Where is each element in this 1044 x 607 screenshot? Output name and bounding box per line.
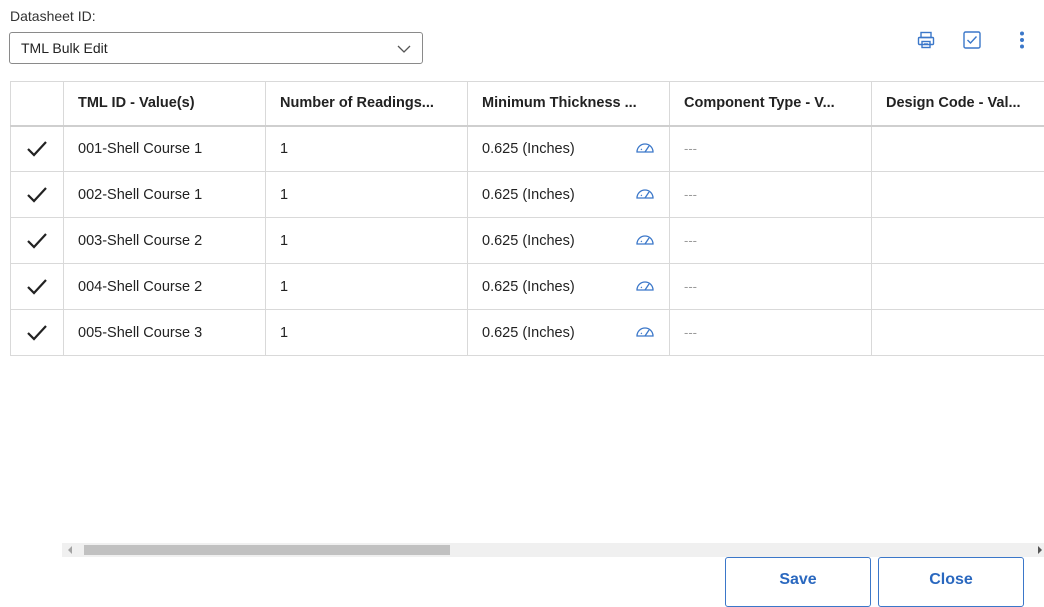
- component-type-value: ---: [684, 187, 697, 202]
- row-select-cell[interactable]: [11, 218, 64, 264]
- gauge-icon[interactable]: [635, 186, 655, 204]
- design-code-cell[interactable]: [872, 172, 1044, 218]
- row-select-cell[interactable]: [11, 310, 64, 356]
- tml-id-cell: 002-Shell Course 1: [64, 172, 266, 218]
- tml-id-cell: 001-Shell Course 1: [64, 126, 266, 172]
- readings-cell: 1: [266, 310, 468, 356]
- readings-cell: 1: [266, 172, 468, 218]
- gauge-icon[interactable]: [635, 278, 655, 296]
- design-code-cell[interactable]: [872, 218, 1044, 264]
- row-select-cell[interactable]: [11, 172, 64, 218]
- table-row[interactable]: 005-Shell Course 3 1 0.625 (Inches) ---: [11, 310, 1044, 356]
- column-header-design-code[interactable]: Design Code - Val...: [872, 82, 1044, 126]
- component-type-cell[interactable]: ---: [670, 218, 872, 264]
- component-type-value: ---: [684, 141, 697, 156]
- table-row[interactable]: 002-Shell Course 1 1 0.625 (Inches) ---: [11, 172, 1044, 218]
- tml-table: TML ID - Value(s) Number of Readings... …: [10, 81, 1044, 356]
- checkmark-icon: [26, 278, 48, 296]
- component-type-value: ---: [684, 279, 697, 294]
- vertical-ellipsis-icon[interactable]: [1010, 28, 1034, 52]
- tml-grid: TML ID - Value(s) Number of Readings... …: [10, 81, 1044, 359]
- min-thickness-cell: 0.625 (Inches): [468, 126, 670, 172]
- datasheet-id-label: Datasheet ID:: [10, 8, 96, 24]
- component-type-value: ---: [684, 233, 697, 248]
- scroll-left-icon[interactable]: [68, 546, 72, 554]
- min-thickness-value: 0.625 (Inches): [482, 233, 575, 249]
- datasheet-id-value: TML Bulk Edit: [21, 40, 108, 56]
- design-code-cell[interactable]: [872, 126, 1044, 172]
- scrollbar-thumb[interactable]: [84, 545, 450, 555]
- min-thickness-value: 0.625 (Inches): [482, 279, 575, 295]
- scroll-right-icon[interactable]: [1038, 546, 1042, 554]
- design-code-cell[interactable]: [872, 264, 1044, 310]
- gauge-icon[interactable]: [635, 324, 655, 342]
- column-header-component-type[interactable]: Component Type - V...: [670, 82, 872, 126]
- close-button[interactable]: Close: [878, 557, 1024, 607]
- column-header-minimum-thickness[interactable]: Minimum Thickness ...: [468, 82, 670, 126]
- gauge-icon[interactable]: [635, 140, 655, 158]
- table-row[interactable]: 001-Shell Course 1 1 0.625 (Inches) ---: [11, 126, 1044, 172]
- datasheet-id-select[interactable]: TML Bulk Edit: [9, 32, 423, 64]
- min-thickness-value: 0.625 (Inches): [482, 141, 575, 157]
- design-code-cell[interactable]: [872, 310, 1044, 356]
- readings-cell: 1: [266, 218, 468, 264]
- checkmark-icon: [26, 186, 48, 204]
- min-thickness-value: 0.625 (Inches): [482, 325, 575, 341]
- checkmark-icon: [26, 232, 48, 250]
- readings-cell: 1: [266, 126, 468, 172]
- component-type-cell[interactable]: ---: [670, 264, 872, 310]
- printer-icon[interactable]: [914, 28, 938, 52]
- min-thickness-value: 0.625 (Inches): [482, 187, 575, 203]
- column-header-select[interactable]: [11, 82, 64, 126]
- gauge-icon[interactable]: [635, 232, 655, 250]
- min-thickness-cell: 0.625 (Inches): [468, 310, 670, 356]
- readings-cell: 1: [266, 264, 468, 310]
- tml-id-cell: 004-Shell Course 2: [64, 264, 266, 310]
- min-thickness-cell: 0.625 (Inches): [468, 264, 670, 310]
- chevron-down-icon: [396, 42, 412, 58]
- min-thickness-cell: 0.625 (Inches): [468, 218, 670, 264]
- checkbox-icon[interactable]: [960, 28, 984, 52]
- toolbar: [914, 28, 1034, 52]
- table-header-row: TML ID - Value(s) Number of Readings... …: [11, 82, 1044, 126]
- column-header-tml-id[interactable]: TML ID - Value(s): [64, 82, 266, 126]
- component-type-cell[interactable]: ---: [670, 172, 872, 218]
- min-thickness-cell: 0.625 (Inches): [468, 172, 670, 218]
- component-type-cell[interactable]: ---: [670, 126, 872, 172]
- table-row[interactable]: 004-Shell Course 2 1 0.625 (Inches) ---: [11, 264, 1044, 310]
- component-type-cell[interactable]: ---: [670, 310, 872, 356]
- tml-id-cell: 005-Shell Course 3: [64, 310, 266, 356]
- column-header-number-of-readings[interactable]: Number of Readings...: [266, 82, 468, 126]
- table-row[interactable]: 003-Shell Course 2 1 0.625 (Inches) ---: [11, 218, 1044, 264]
- row-select-cell[interactable]: [11, 264, 64, 310]
- row-select-cell[interactable]: [11, 126, 64, 172]
- tml-id-cell: 003-Shell Course 2: [64, 218, 266, 264]
- checkmark-icon: [26, 324, 48, 342]
- save-button[interactable]: Save: [725, 557, 871, 607]
- component-type-value: ---: [684, 325, 697, 340]
- checkmark-icon: [26, 140, 48, 158]
- horizontal-scrollbar[interactable]: [62, 543, 1044, 557]
